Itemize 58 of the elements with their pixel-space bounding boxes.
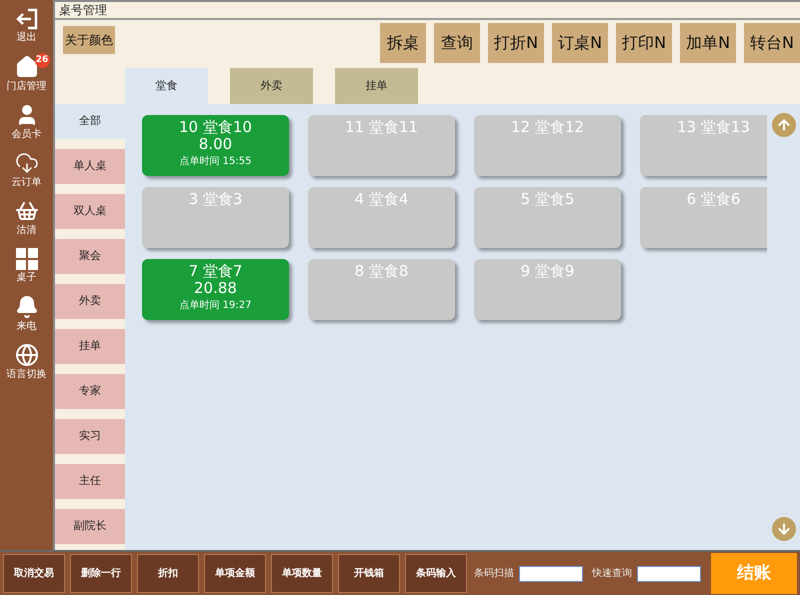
category-tab[interactable]: 外卖 (230, 68, 313, 104)
bell-icon (14, 294, 38, 319)
sidebar-item[interactable]: 门店管理 26 (0, 52, 52, 96)
function-button[interactable]: 条码输入 (405, 554, 467, 593)
color-info-button[interactable]: 关于颜色 (63, 26, 115, 54)
function-button[interactable]: 取消交易 (3, 554, 65, 593)
toolbar-button[interactable]: 打印N (616, 23, 672, 63)
toolbar-button[interactable]: 打折N (488, 23, 544, 63)
table-amount: 8.00 (198, 136, 232, 152)
table-group-item[interactable]: 主任 (55, 464, 125, 499)
table-group-item[interactable]: 双人桌 (55, 194, 125, 229)
table-group-item[interactable]: 副院长 (55, 509, 125, 544)
sidebar-item[interactable]: 来电 (0, 292, 52, 336)
table-group-item[interactable]: 外卖 (55, 284, 125, 319)
table-card[interactable]: 7 堂食7 20.88 点单时间 19:27 (142, 259, 289, 320)
barcode-input-field[interactable] (519, 566, 583, 582)
category-tab[interactable]: 挂单 (335, 68, 418, 104)
sidebar-item[interactable]: 桌子 (0, 244, 52, 288)
category-tab[interactable]: 堂食 (125, 68, 208, 104)
order-time: 点单时间 19:27 (180, 299, 252, 313)
sidebar-item[interactable]: 语言切换 (0, 340, 52, 384)
table-name: 7 堂食7 (188, 263, 242, 280)
field-label: 快速查询 (592, 566, 632, 581)
toolbar-button[interactable]: 订桌N (552, 23, 608, 63)
table-group-item[interactable]: 实习 (55, 419, 125, 454)
field-label: 条码扫描 (474, 566, 514, 581)
toolbar-button[interactable]: 查询 (434, 23, 480, 63)
globe-icon (14, 342, 38, 367)
table-group-item[interactable]: 专家 (55, 374, 125, 409)
sidebar-item[interactable]: 会员卡 (0, 100, 52, 144)
cloud-download-icon (14, 150, 38, 175)
window-title: 桌号管理 (55, 2, 800, 20)
table-group-item[interactable]: 聚会 (55, 239, 125, 274)
exit-arrow-icon (14, 8, 38, 30)
sidebar-item[interactable]: 沽清 (0, 196, 52, 240)
table-group-item[interactable]: 单人桌 (55, 149, 125, 184)
toolbar-button[interactable]: 加单N (680, 23, 736, 63)
table-amount: 20.88 (194, 280, 237, 296)
home-icon (14, 54, 38, 79)
toolbar-button[interactable]: 拆桌 (380, 23, 426, 63)
function-button[interactable]: 删除一行 (70, 554, 132, 593)
grid-icon (16, 248, 38, 270)
quick-search-field[interactable] (637, 566, 701, 582)
function-button[interactable]: 单项数量 (271, 554, 333, 593)
toolbar-button[interactable]: 转台N (744, 23, 800, 63)
table-group-item[interactable]: 挂单 (55, 329, 125, 364)
order-time: 点单时间 15:55 (180, 155, 252, 169)
function-button[interactable]: 开钱箱 (338, 554, 400, 593)
table-name: 10 堂食10 (179, 119, 252, 136)
arrow-up-icon (776, 117, 792, 133)
arrow-down-icon (776, 521, 792, 537)
sidebar-item[interactable]: 退出 (0, 4, 52, 48)
sidebar-item[interactable]: 云订单 (0, 148, 52, 192)
function-button[interactable]: 单项金额 (204, 554, 266, 593)
table-card[interactable]: 10 堂食10 8.00 点单时间 15:55 (142, 115, 289, 176)
table-group-item[interactable]: 全部 (55, 104, 125, 139)
notification-badge: 26 (34, 53, 50, 68)
function-button[interactable]: 折扣 (137, 554, 199, 593)
